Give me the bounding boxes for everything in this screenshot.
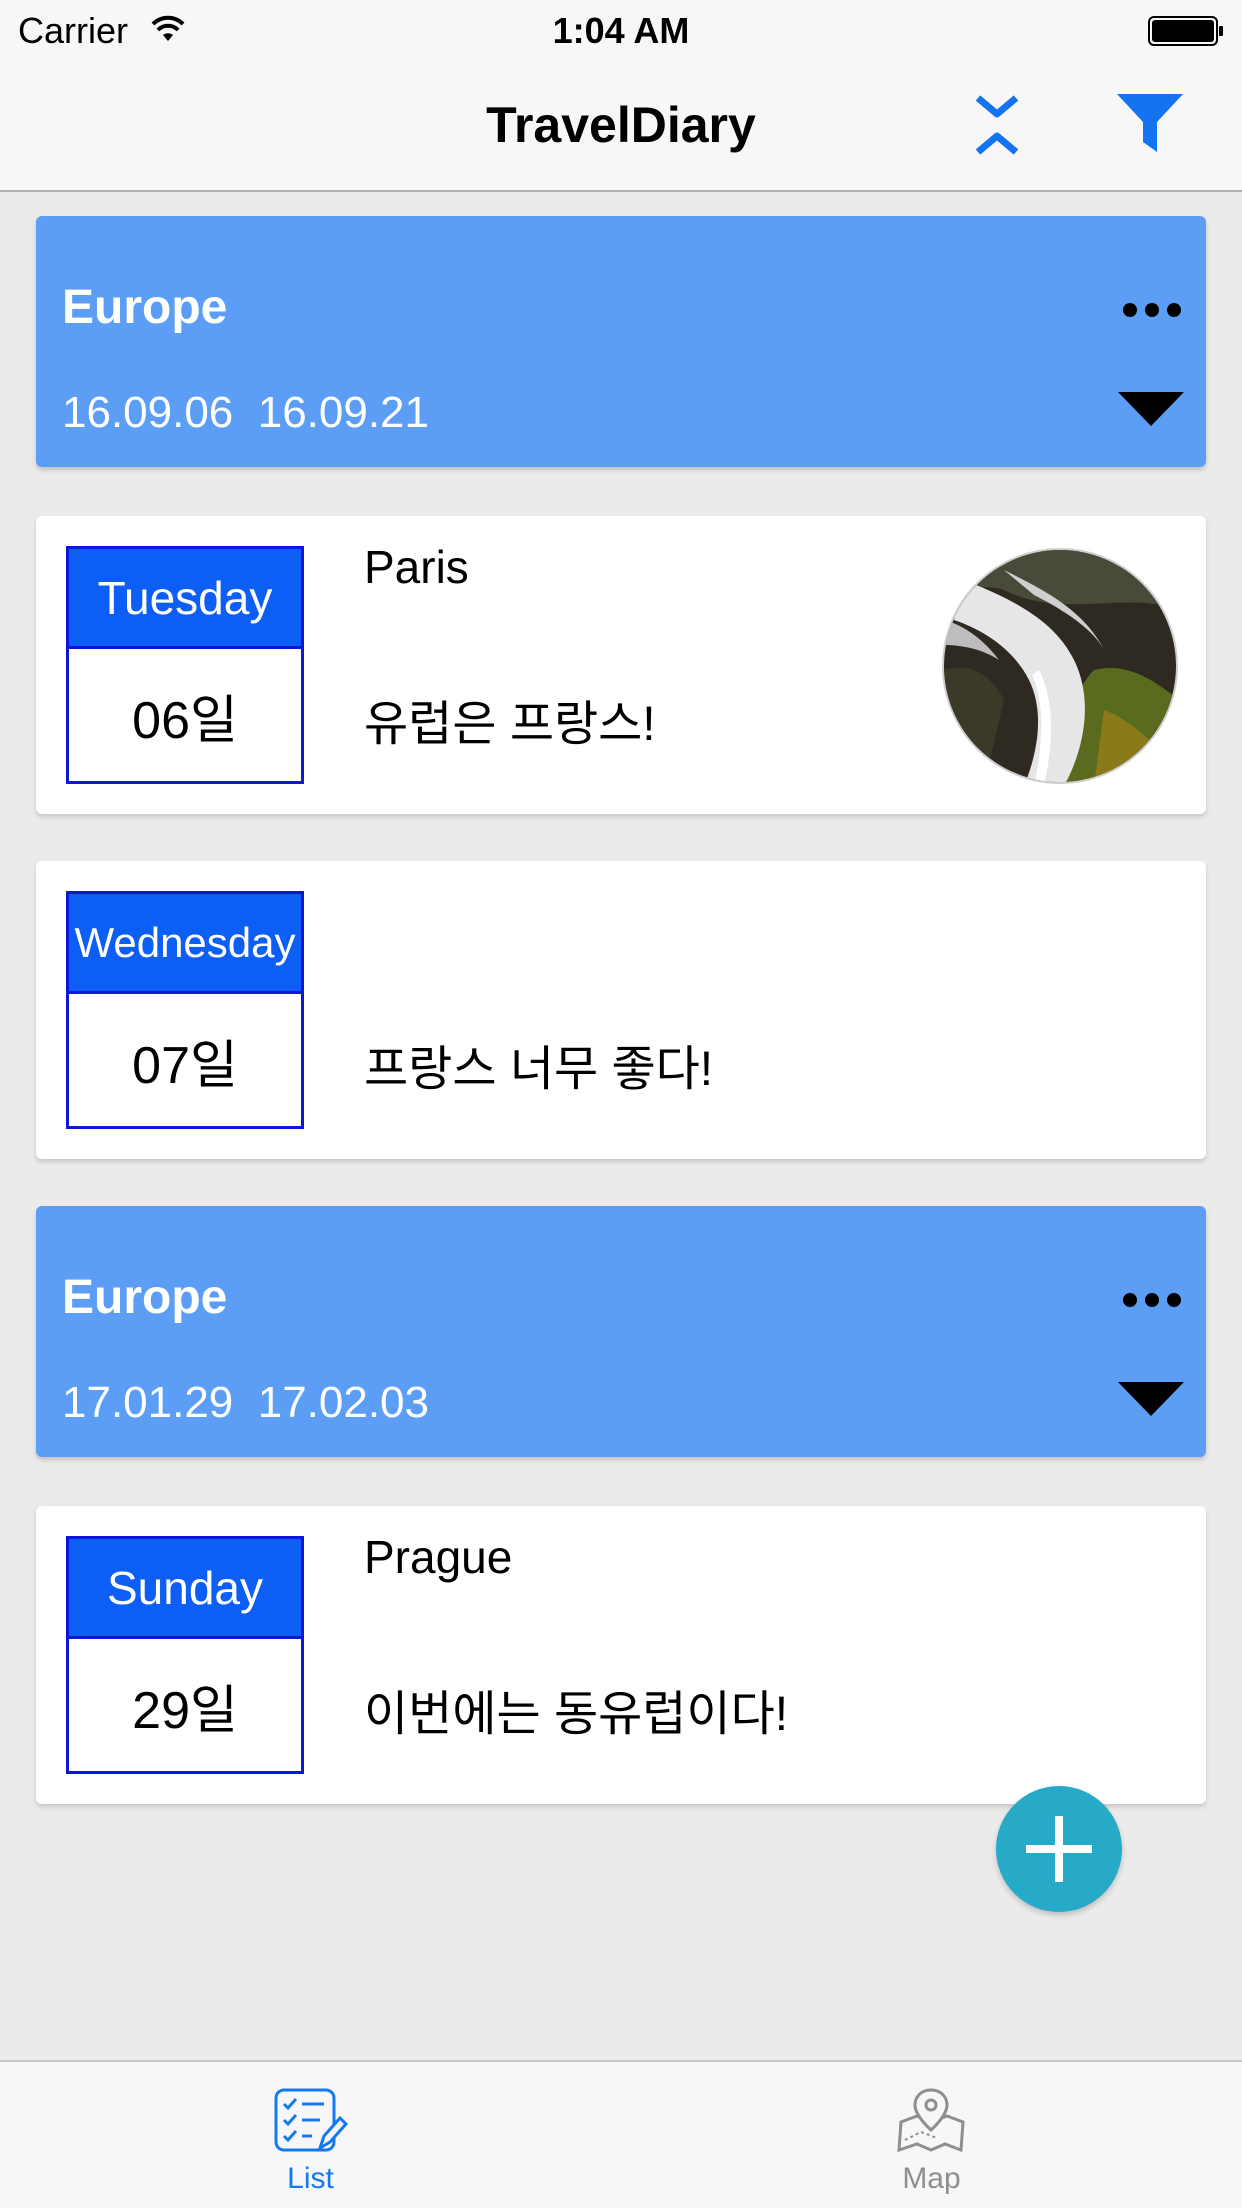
plus-icon xyxy=(1026,1816,1092,1882)
day-entry-card[interactable]: Wednesday 07일 프랑스 너무 좋다! xyxy=(36,861,1206,1159)
weekday-label: Tuesday xyxy=(69,549,301,649)
tab-map[interactable]: Map xyxy=(621,2062,1242,2208)
navigation-bar: TravelDiary xyxy=(0,60,1242,192)
day-number: 07일 xyxy=(132,1036,238,1095)
tab-bar: List Map xyxy=(0,2060,1242,2208)
day-entry-card[interactable]: Sunday 29일 Prague 이번에는 동유럽이다! xyxy=(36,1506,1206,1804)
trip-dates: 16.09.06 16.09.21 xyxy=(62,388,429,437)
day-number: 06일 xyxy=(132,691,238,750)
status-bar: Carrier 1:04 AM xyxy=(0,0,1242,60)
expand-triangle-icon[interactable] xyxy=(1118,1382,1184,1416)
weekday-label: Wednesday xyxy=(69,894,301,994)
tab-list[interactable]: List xyxy=(0,2062,621,2208)
collapse-all-icon[interactable] xyxy=(972,90,1022,160)
date-box: Wednesday 07일 xyxy=(66,891,304,1129)
date-box: Sunday 29일 xyxy=(66,1536,304,1774)
weekday-label: Sunday xyxy=(69,1539,301,1639)
page-title: TravelDiary xyxy=(486,97,756,153)
expand-triangle-icon[interactable] xyxy=(1118,392,1184,426)
trip-dates: 17.01.29 17.02.03 xyxy=(62,1378,429,1427)
date-box: Tuesday 06일 xyxy=(66,546,304,784)
more-options-icon[interactable] xyxy=(1120,1290,1184,1310)
tab-map-label: Map xyxy=(902,2162,961,2195)
place-name: Prague xyxy=(364,1531,513,1583)
day-entry-card[interactable]: Tuesday 06일 Paris 유럽은 프랑스! xyxy=(36,516,1206,814)
clock: 1:04 AM xyxy=(552,10,690,51)
trip-header[interactable]: Europe 16.09.06 16.09.21 xyxy=(36,216,1206,467)
map-pin-icon xyxy=(897,2088,965,2153)
more-options-icon[interactable] xyxy=(1120,300,1184,320)
trip-title: Europe xyxy=(62,1271,228,1324)
diary-note: 이번에는 동유럽이다! xyxy=(364,1688,789,1741)
checklist-icon xyxy=(274,2088,348,2152)
diary-note: 프랑스 너무 좋다! xyxy=(364,1043,714,1096)
trip-header[interactable]: Europe 17.01.29 17.02.03 xyxy=(36,1206,1206,1457)
add-entry-button[interactable] xyxy=(996,1786,1122,1912)
tab-list-label: List xyxy=(287,2162,334,2195)
place-name: Paris xyxy=(364,541,469,593)
filter-icon[interactable] xyxy=(1115,88,1185,158)
day-number: 29일 xyxy=(132,1681,238,1740)
battery-icon xyxy=(1148,16,1223,46)
trip-title: Europe xyxy=(62,281,228,334)
waterfall-photo[interactable] xyxy=(942,548,1178,784)
diary-note: 유럽은 프랑스! xyxy=(364,698,656,751)
